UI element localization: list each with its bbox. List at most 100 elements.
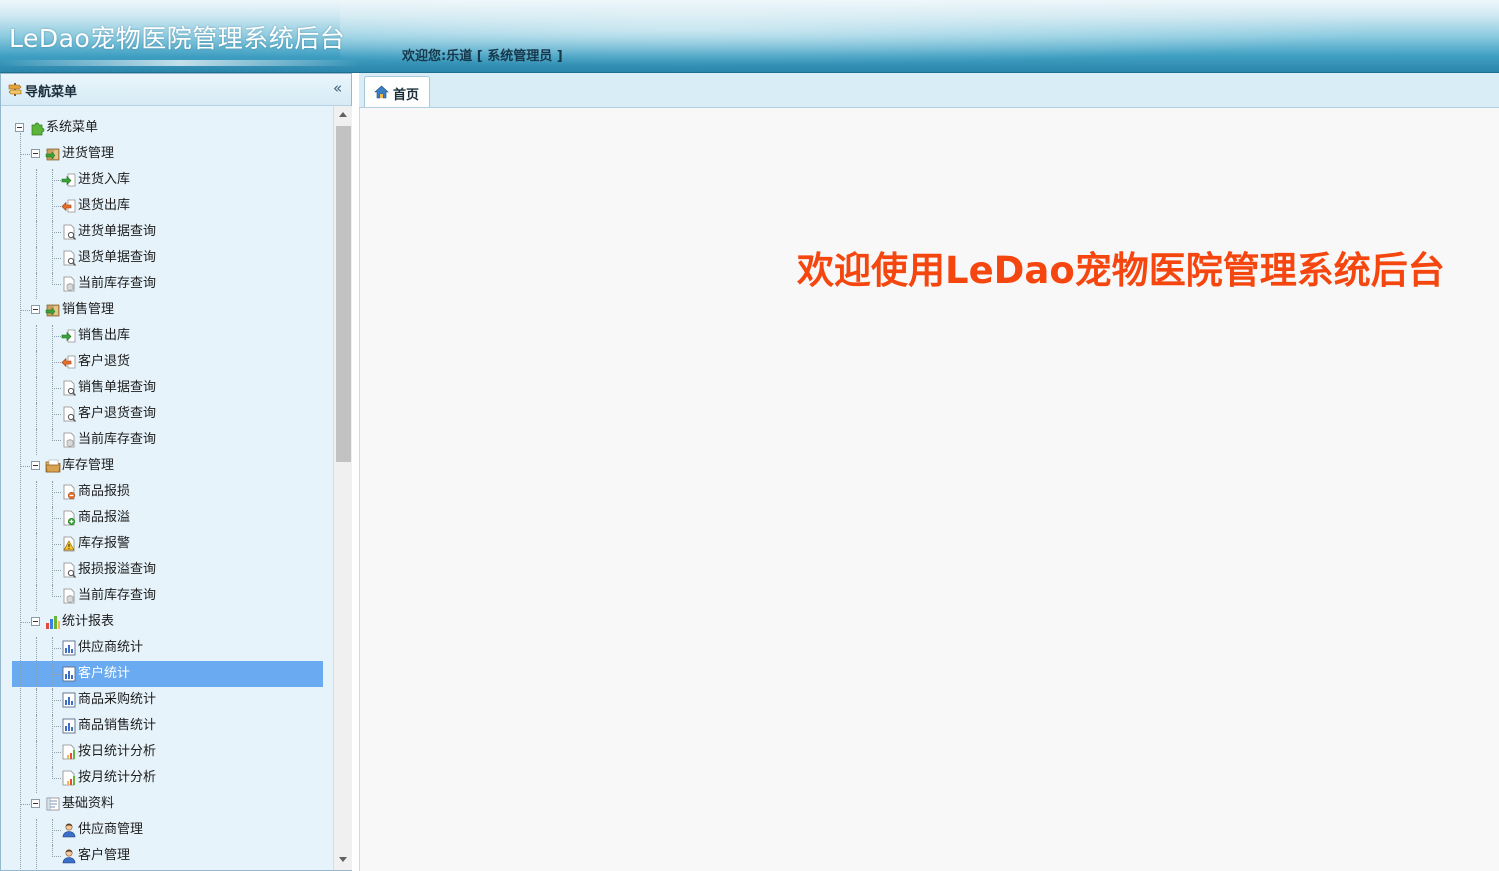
database-icon [63,588,75,604]
tree-group-node[interactable]: 销售管理 [45,299,321,321]
tree-node-label: 客户统计 [78,666,131,681]
tree-connector [52,232,61,233]
tree-item-node[interactable]: 库存报警 [61,533,321,555]
tree-item-node[interactable]: 商品采购统计 [61,689,321,711]
tree-toggle-group[interactable] [31,149,40,158]
tree-item-node[interactable]: 客户管理 [61,845,321,867]
scroll-up-arrow-icon[interactable] [339,112,347,117]
tab-home-label: 首页 [393,88,420,103]
tree-item-node[interactable]: 供应商管理 [61,819,321,841]
tree-node-label: 库存报警 [78,536,131,551]
tree-item-node[interactable]: 客户统计 [61,663,321,685]
tree-item-node[interactable]: 退货出库 [61,195,321,217]
nav-panel-header: 导航菜单 « [1,74,351,106]
tree-toggle-group[interactable] [31,461,40,470]
doc-search-icon [63,250,76,266]
tree-connector [52,856,61,857]
tree-connector [52,674,61,675]
tree-item-node[interactable]: 进货入库 [61,169,321,191]
chart-doc-icon [62,770,75,786]
main-content: 欢迎使用LeDao宠物医院管理系统后台 [359,108,1499,871]
tree-node-label: 系统菜单 [46,120,99,135]
tree-connector [52,700,61,701]
tree-connector [52,830,61,831]
warning-icon [63,536,75,552]
tree-connector [52,206,61,207]
tree-connector [36,247,37,273]
tree-item-node[interactable]: 客户退货查询 [61,403,321,425]
app-title: LeDao宠物医院管理系统后台 [9,24,346,53]
scroll-down-arrow-icon[interactable] [339,857,347,862]
tree-connector [20,154,30,155]
tree-connector [52,195,53,221]
tree-item-node[interactable]: 客户退货 [61,351,321,373]
tree-toggle-group[interactable] [31,799,40,808]
tree-group-node[interactable]: 基础资料 [45,793,321,815]
tree-connector [36,559,37,585]
basic-data-icon [46,797,60,811]
tree-item-node[interactable]: 进货单据查询 [61,221,321,243]
panel-splitter[interactable] [352,73,359,871]
tree-item-node[interactable]: 供应商统计 [61,637,321,659]
tree-item-node[interactable]: 当前库存查询 [61,585,321,607]
tree-item-node[interactable]: 销售出库 [61,325,321,347]
tree-group-node[interactable]: 进货管理 [45,143,321,165]
tree-node-label: 客户退货查询 [78,406,157,421]
tree-item-node[interactable]: 按月统计分析 [61,767,321,789]
tree-connector [36,325,37,351]
tree-connector [52,648,61,649]
collapse-panel-button[interactable]: « [333,79,342,97]
tree-connector [52,544,61,545]
tree-node-label: 报损报溢查询 [78,562,157,577]
scrollbar-thumb[interactable] [336,126,351,462]
tree-node-label: 基础资料 [62,796,115,811]
tree-item-node[interactable]: 按日统计分析 [61,741,321,763]
nav-scrollbar[interactable] [333,106,352,870]
tree-connector [36,429,37,455]
tree-group-node[interactable]: 库存管理 [45,455,321,477]
tree-node-label: 按月统计分析 [78,770,157,785]
tree-item-node[interactable]: 销售单据查询 [61,377,321,399]
tree-node-label: 退货单据查询 [78,250,157,265]
tree-connector [36,403,37,429]
tree-connector [20,466,30,467]
arrow-in-icon [61,173,76,187]
tree-connector [52,533,53,559]
tree-item-node[interactable]: 商品报损 [61,481,321,503]
tree-node-label: 销售管理 [62,302,115,317]
tree-node-label: 销售单据查询 [78,380,157,395]
tree-item-node[interactable]: 当前库存查询 [61,429,321,451]
tree-toggle-root[interactable] [15,123,24,132]
tree-connector [52,284,61,285]
tree-connector [52,596,61,597]
tree-connector [36,767,37,793]
tabs-bar: 首页 [359,73,1499,108]
tree-connector [36,585,37,611]
tree-item-node[interactable]: 商品销售统计 [61,715,321,737]
tree-item-node[interactable]: 当前库存查询 [61,273,321,295]
tree-connector [52,351,53,377]
tree-toggle-group[interactable] [31,305,40,314]
arrow-out-icon [61,355,76,369]
tree-connector [52,689,53,715]
tree-node-label: 商品报损 [78,484,131,499]
stock-folder-icon [45,459,61,473]
tab-home[interactable]: 首页 [364,76,430,107]
tree-root-system-menu[interactable]: 系统菜单 [29,117,321,139]
database-icon [63,432,75,448]
tree-group-node[interactable]: 统计报表 [45,611,321,633]
tree-connector [52,414,61,415]
tree-connector [36,195,37,221]
puzzle-icon [31,122,45,136]
tree-node-label: 供应商统计 [78,640,144,655]
user-icon [62,823,76,838]
doc-minus-icon [63,484,76,500]
tree-connector [52,388,61,389]
tree-connector [52,570,61,571]
tree-item-node[interactable]: 商品报溢 [61,507,321,529]
doc-search-icon [63,406,76,422]
tree-node-label: 供应商管理 [78,822,144,837]
tree-item-node[interactable]: 报损报溢查询 [61,559,321,581]
tree-item-node[interactable]: 退货单据查询 [61,247,321,269]
tree-toggle-group[interactable] [31,617,40,626]
